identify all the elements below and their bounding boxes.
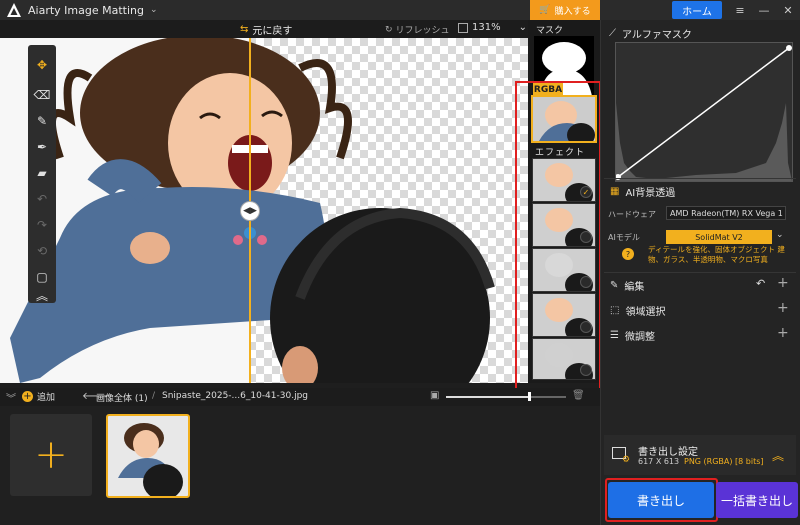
- collapse-up-icon[interactable]: ︽: [772, 447, 784, 464]
- alpha-curve-graph[interactable]: [615, 42, 793, 182]
- pen-icon[interactable]: ✒: [32, 137, 52, 157]
- chevron-down-icon: ⌄: [518, 22, 527, 33]
- redo-icon[interactable]: ↷: [32, 215, 52, 235]
- region-select-section[interactable]: ⬚ 領域選択: [610, 303, 790, 318]
- refresh-button[interactable]: ↻ リフレッシュ: [385, 23, 450, 37]
- trash-icon[interactable]: 🗑: [572, 390, 585, 401]
- buy-button-label: 購入する: [554, 6, 591, 17]
- export-dimensions: 617 X 613: [638, 457, 680, 466]
- region-select-title: 領域選択: [625, 307, 666, 318]
- file-name: Snipaste_2025-...6_10-41-30.jpg: [162, 391, 308, 401]
- edit-title: 編集: [624, 282, 645, 293]
- ai-bg-title: AI背景透過: [625, 188, 676, 199]
- undo-icon[interactable]: ↶: [32, 189, 52, 209]
- thumbnail-size-slider-handle[interactable]: [528, 392, 531, 401]
- region-select-icon: ⬚: [610, 305, 620, 316]
- reset-icon[interactable]: ⟲: [32, 241, 52, 261]
- close-icon[interactable]: ✕: [776, 0, 800, 20]
- mask-label: マスク: [536, 26, 564, 36]
- app-logo-icon: [7, 3, 21, 17]
- export-settings-title: 書き出し設定: [638, 447, 698, 458]
- chevron-down-icon[interactable]: ⌄: [150, 5, 158, 15]
- annotation-highlight-box: [605, 478, 718, 522]
- thumbnail-preview: [118, 423, 183, 496]
- move-tool-icon[interactable]: ✥: [32, 55, 52, 75]
- expand-icon[interactable]: +: [777, 275, 789, 291]
- brush-icon[interactable]: ✎: [32, 111, 52, 131]
- gear-icon: ⚙: [622, 455, 631, 465]
- refresh-label: リフレッシュ: [395, 26, 450, 36]
- menu-icon[interactable]: ≡: [728, 0, 752, 20]
- export-settings[interactable]: ⚙ 書き出し設定 617 X 613 PNG (RGBA) [8 bits] ︽: [604, 435, 796, 475]
- app-title: Aiarty Image Matting: [28, 3, 144, 17]
- frame-icon[interactable]: ▢: [32, 267, 52, 287]
- collapse-icon[interactable]: ︾: [6, 390, 16, 405]
- ai-model-select[interactable]: SolidMat V2: [666, 230, 772, 244]
- cart-icon: 🛒: [539, 5, 551, 15]
- dropper-icon: ⟋: [609, 28, 616, 39]
- ai-model-note: ディテールを強化、固体オブジェクト 建物、ガラス、半透明物、マクロ写真: [648, 245, 785, 264]
- all-images-label[interactable]: 画像全体 (1): [96, 391, 148, 404]
- image-thumbnail[interactable]: [106, 414, 190, 498]
- undo-view-button[interactable]: ⇆ 元に戻す: [240, 22, 292, 37]
- reset-icon[interactable]: ↶: [756, 277, 765, 290]
- fine-tune-section[interactable]: ☰ 微調整: [610, 328, 790, 343]
- hardware-select[interactable]: AMD Radeon(TM) RX Vega 1: [666, 206, 786, 220]
- alpha-mask-header: ⟋ アルファマスク: [609, 26, 800, 41]
- zoom-level: 131%: [472, 22, 501, 33]
- ai-model-label: AIモデル: [608, 233, 640, 242]
- refresh-icon: ↻: [385, 24, 393, 35]
- image-canvas[interactable]: ◀▶: [0, 38, 528, 383]
- add-image-tile[interactable]: +: [10, 414, 92, 496]
- ai-model-value: SolidMat V2: [695, 232, 743, 242]
- image-size-icon: ▣: [430, 390, 440, 401]
- export-format: PNG (RGBA) [8 bits]: [684, 457, 764, 466]
- panel-divider: [604, 272, 796, 273]
- view-toolbar: ⇆ 元に戻す ↻ リフレッシュ 131% ⌄: [0, 20, 530, 38]
- swap-arrows-icon: ⇆: [240, 24, 249, 35]
- tool-palette: ✥ ⌫ ✎ ✒ ▰ ↶ ↷ ⟲ ▢ ︽: [28, 45, 56, 303]
- annotation-highlight-box: [515, 81, 601, 392]
- minimize-icon[interactable]: —: [752, 0, 776, 20]
- fine-tune-icon: ☰: [610, 330, 619, 341]
- chevron-down-icon[interactable]: ⌄: [776, 230, 784, 240]
- thumbnail-size-slider-fill: [446, 396, 530, 398]
- zoom-control[interactable]: 131% ⌄: [458, 22, 527, 33]
- help-icon[interactable]: ?: [622, 248, 634, 260]
- paint-roller-icon[interactable]: ▰: [32, 163, 52, 183]
- undo-view-label: 元に戻す: [252, 26, 293, 37]
- buy-button[interactable]: 🛒 購入する: [530, 0, 600, 20]
- edit-icon: ✎: [610, 280, 619, 291]
- batch-export-button[interactable]: 一括書き出し: [716, 482, 798, 518]
- compare-handle[interactable]: ◀▶: [240, 201, 260, 221]
- subject-photo: [10, 38, 495, 383]
- zoom-fit-icon: [458, 22, 468, 33]
- alpha-mask-title: アルファマスク: [622, 30, 692, 41]
- collapse-up-icon[interactable]: ︽: [32, 285, 52, 305]
- home-button[interactable]: ホーム: [672, 1, 722, 19]
- panel-divider: [604, 178, 796, 179]
- ai-bg-header: ▦ AI背景透過: [610, 184, 790, 199]
- hardware-label: ハードウェア: [608, 210, 656, 219]
- ai-cutout-icon: ▦: [610, 186, 620, 197]
- expand-icon[interactable]: +: [777, 300, 789, 316]
- path-separator: /: [152, 391, 156, 401]
- add-label: 追加: [37, 393, 56, 403]
- fine-tune-title: 微調整: [624, 332, 655, 343]
- add-button[interactable]: + 追加: [22, 390, 55, 403]
- alpha-curve: [615, 45, 792, 181]
- add-icon: +: [22, 391, 33, 402]
- expand-icon[interactable]: +: [777, 325, 789, 341]
- eraser-icon[interactable]: ⌫: [32, 85, 52, 105]
- hardware-value: AMD Radeon(TM) RX Vega 1: [670, 208, 783, 218]
